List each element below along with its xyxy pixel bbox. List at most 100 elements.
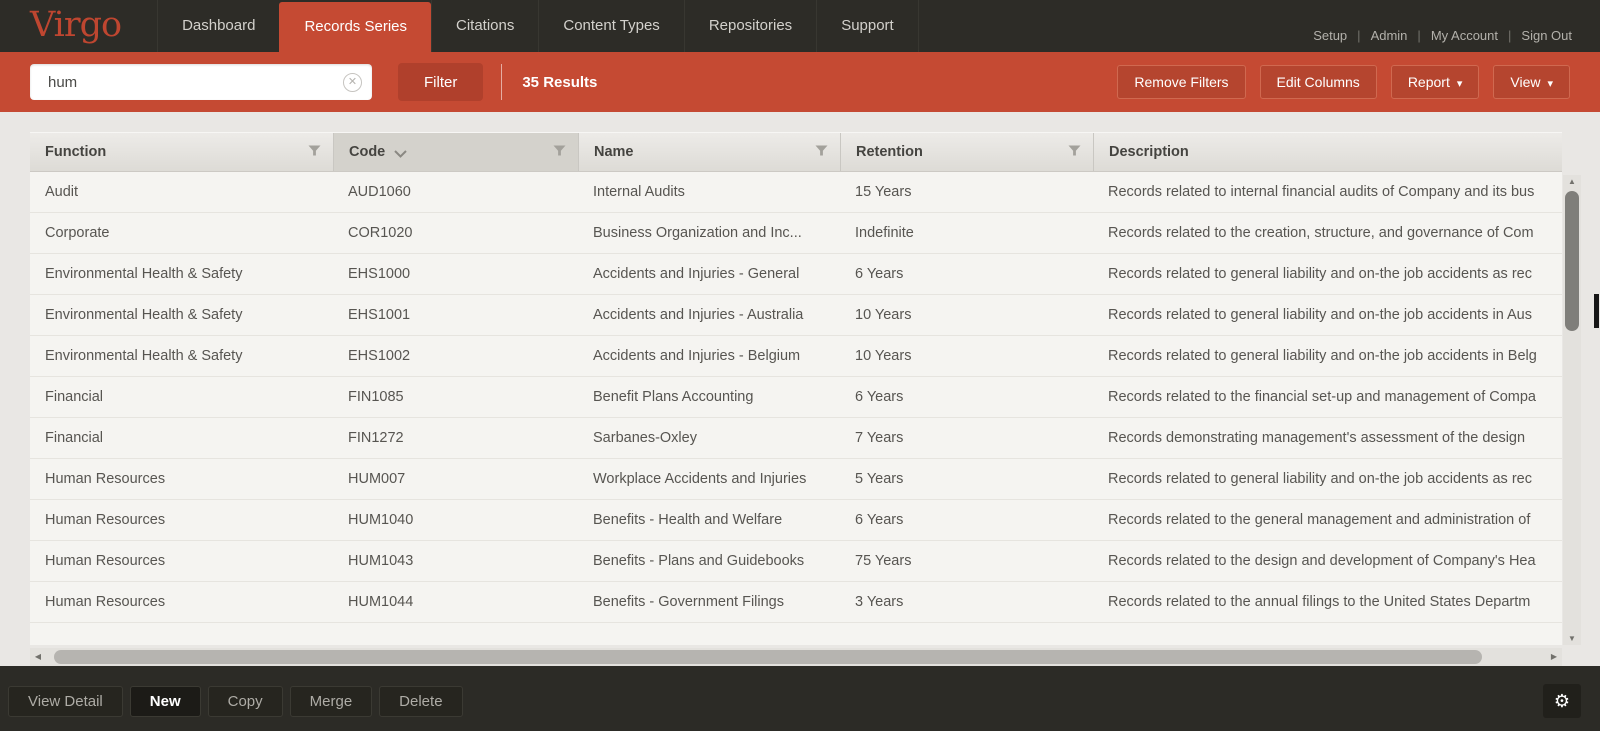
scroll-up-icon[interactable]: ▲ [1563,177,1581,186]
column-label: Retention [856,144,923,160]
search-input[interactable] [30,73,372,91]
scroll-down-icon[interactable]: ▼ [1563,634,1581,643]
sort-desc-icon [394,146,407,162]
copy-button[interactable]: Copy [207,686,283,717]
delete-button[interactable]: Delete [379,686,463,717]
tab-content-types[interactable]: Content Types [538,0,683,52]
cell-name: Benefits - Plans and Guidebooks [593,553,805,569]
cell-retention: Indefinite [855,225,914,241]
filter-button[interactable]: Filter [398,63,484,101]
cell-code: HUM007 [348,471,406,487]
app-logo[interactable]: Virgo [0,0,157,52]
table-row[interactable]: Environmental Health & Safety EHS1000 Acci… [30,254,1562,295]
cell-code: HUM1043 [348,553,414,569]
column-header-name[interactable]: Name [578,133,840,171]
table-row[interactable]: Human Resources HUM1043 Benefits - Plans a… [30,541,1562,582]
cell-retention: 7 Years [855,430,904,446]
scroll-left-icon[interactable]: ◀ [30,648,46,666]
table-row[interactable]: Audit AUD1060 Internal Audits 15 Years Recor… [30,172,1562,213]
cell-description: Records related to the design and develo… [1108,553,1536,569]
horizontal-scrollbar-thumb[interactable] [54,650,1482,664]
tab-records-series[interactable]: Records Series [279,2,431,52]
merge-button[interactable]: Merge [289,686,373,717]
column-header-description[interactable]: Description [1093,133,1562,171]
cell-function: Audit [45,184,79,200]
cell-function: Human Resources [45,594,166,610]
cell-code: FIN1085 [348,389,404,405]
cell-retention: 10 Years [855,307,912,323]
link-separator: | [1357,28,1361,43]
column-header-function[interactable]: Function [30,133,333,171]
cell-function: Corporate [45,225,110,241]
tab-support[interactable]: Support [816,0,919,52]
search-box: ✕ [30,64,372,100]
cell-retention: 75 Years [855,553,912,569]
link-my-account[interactable]: My Account [1431,28,1498,43]
table-row[interactable]: Financial FIN1085 Benefit Plans Accounting… [30,377,1562,418]
cell-retention: 6 Years [855,512,904,528]
table-row[interactable]: Environmental Health & Safety EHS1002 Acci… [30,336,1562,377]
link-admin[interactable]: Admin [1371,28,1408,43]
cell-code: EHS1000 [348,266,411,282]
cell-description: Records related to the general managemen… [1108,512,1531,528]
screen-artifact [1594,294,1599,328]
table-row[interactable]: Human Resources HUM007 Workplace Accidents… [30,459,1562,500]
column-label: Description [1109,144,1189,160]
cell-name: Internal Audits [593,184,685,200]
filter-toolbar: ✕ Filter 35 Results Remove Filters Edit C… [0,52,1600,112]
vertical-scrollbar[interactable]: ▲ ▼ [1563,175,1581,645]
account-links: Setup | Admin | My Account | Sign Out [1313,0,1600,52]
table-body: Audit AUD1060 Internal Audits 15 Years Recor… [30,172,1562,645]
table-row[interactable]: Human Resources HUM1040 Benefits - Health … [30,500,1562,541]
results-count: 35 Results [522,73,598,91]
cell-description: Records related to general liability and… [1108,266,1532,282]
link-separator: | [1417,28,1421,43]
column-header-retention[interactable]: Retention [840,133,1093,171]
link-setup[interactable]: Setup [1313,28,1347,43]
cell-function: Environmental Health & Safety [45,348,243,364]
filter-funnel-icon[interactable] [1068,144,1081,160]
tab-citations[interactable]: Citations [431,0,538,52]
cell-name: Business Organization and Inc... [593,225,802,241]
cell-code: FIN1272 [348,430,404,446]
view-detail-button[interactable]: View Detail [8,686,123,717]
horizontal-scrollbar[interactable]: ◀ ▶ [30,648,1562,666]
new-button[interactable]: New [129,686,201,717]
action-bar: View Detail New Copy Merge Delete ⚙ [0,666,1600,731]
clear-search-icon[interactable]: ✕ [343,72,362,92]
link-sign-out[interactable]: Sign Out [1521,28,1572,43]
column-header-code[interactable]: Code [333,133,578,171]
cell-description: Records related to general liability and… [1108,307,1532,323]
table-row[interactable]: Financial FIN1272 Sarbanes-Oxley 7 Years Rec… [30,418,1562,459]
filter-funnel-icon[interactable] [553,144,566,160]
cell-description: Records related to the creation, structu… [1108,225,1534,241]
cell-code: EHS1002 [348,348,411,364]
table-row[interactable]: Human Resources HUM1044 Benefits - Governm… [30,582,1562,623]
cell-name: Accidents and Injuries - Australia [593,307,804,323]
filter-funnel-icon[interactable] [308,144,321,160]
gear-icon: ⚙ [1553,691,1571,711]
tab-repositories[interactable]: Repositories [683,0,816,52]
column-label: Name [594,144,634,160]
cell-function: Environmental Health & Safety [45,307,243,323]
cell-name: Accidents and Injuries - Belgium [593,348,801,364]
scroll-right-icon[interactable]: ▶ [1546,648,1562,666]
settings-button[interactable]: ⚙ [1543,684,1581,718]
top-nav: Virgo Dashboard Records Series Citations Co… [0,0,1600,52]
vertical-scrollbar-thumb[interactable] [1565,191,1579,331]
table-header: Function Code Name Retention Description [30,132,1562,172]
view-button[interactable]: View ▾ [1493,65,1570,99]
table-row[interactable]: Corporate COR1020 Business Organization an… [30,213,1562,254]
cell-description: Records related to general liability and… [1108,348,1537,364]
edit-columns-button[interactable]: Edit Columns [1259,65,1377,99]
caret-down-icon: ▾ [1547,78,1553,90]
cell-retention: 6 Years [855,389,904,405]
filter-funnel-icon[interactable] [815,144,828,160]
report-button[interactable]: Report ▾ [1390,65,1480,99]
cell-code: HUM1040 [348,512,414,528]
tab-dashboard[interactable]: Dashboard [157,0,279,52]
cell-function: Financial [45,389,104,405]
cell-description: Records related to internal financial au… [1108,184,1535,200]
table-row[interactable]: Environmental Health & Safety EHS1001 Acci… [30,295,1562,336]
remove-filters-button[interactable]: Remove Filters [1117,65,1246,99]
